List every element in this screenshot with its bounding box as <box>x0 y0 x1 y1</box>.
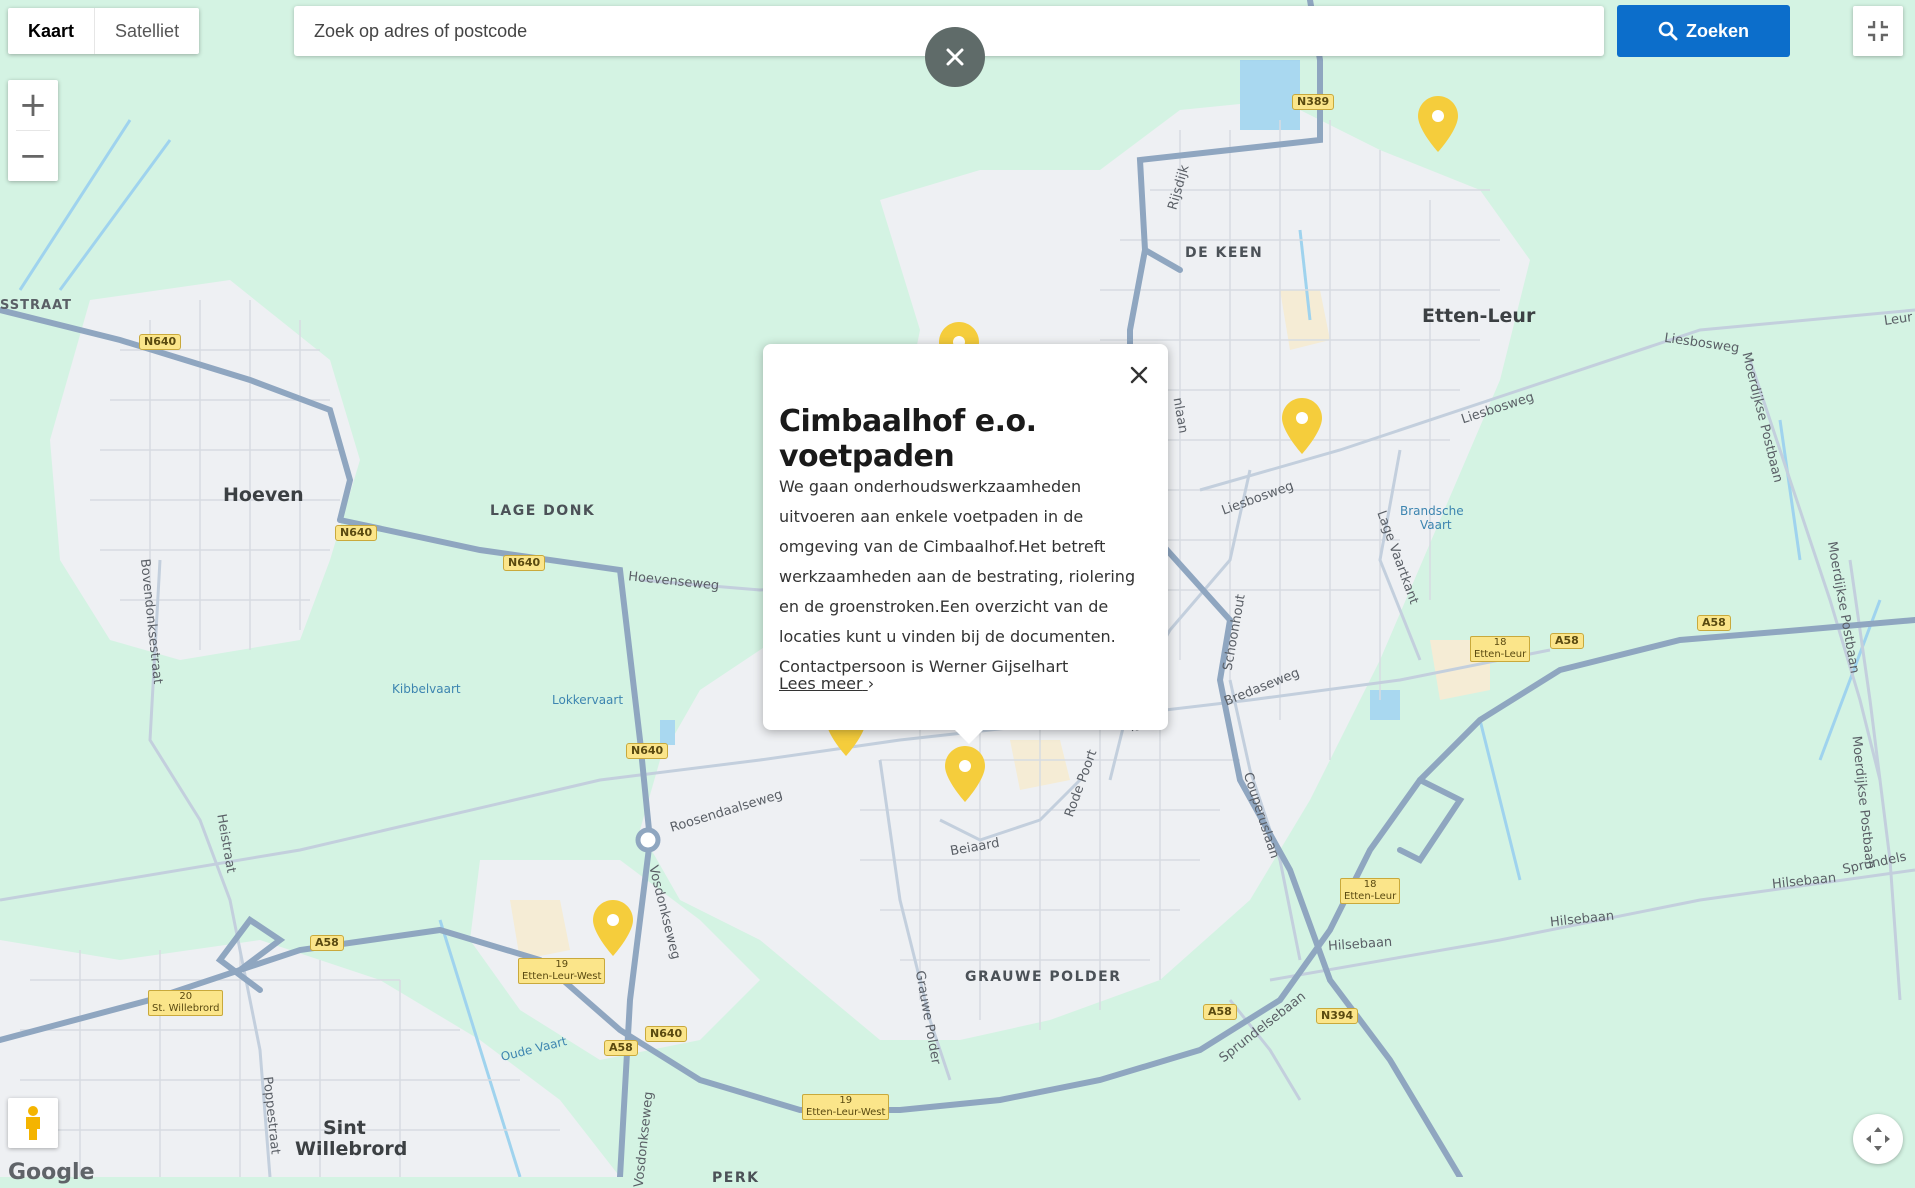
water-label: Kibbelvaart <box>392 682 461 696</box>
water-label: Lokkervaart <box>552 693 624 707</box>
place-label: Willebrord <box>295 1138 408 1160</box>
place-label: Sint <box>323 1117 366 1139</box>
fullscreen-button[interactable] <box>1853 6 1903 56</box>
road-shield: N640 <box>335 525 378 541</box>
exit-label: 18 Etten-Leur <box>1340 878 1401 904</box>
water-label: Brandsche <box>1400 504 1464 518</box>
popup-description: We gaan onderhoudswerkzaamheden uitvoere… <box>779 477 1136 676</box>
place-label: GRAUWE POLDER <box>965 969 1122 985</box>
exit-name: St. Willebrord <box>152 1003 220 1014</box>
exit-label: 18 Etten-Leur <box>1470 636 1531 662</box>
popup-close-button[interactable] <box>1124 360 1154 390</box>
location-marker[interactable] <box>1282 398 1322 454</box>
road-shield: N640 <box>139 334 182 350</box>
place-label: Hoeven <box>223 484 304 506</box>
recenter-icon <box>1866 1127 1890 1151</box>
recenter-button[interactable] <box>1853 1114 1903 1164</box>
google-logo: Google <box>8 1160 95 1185</box>
map-type-map-button[interactable]: Kaart <box>8 8 96 54</box>
road-shield: N394 <box>1316 1008 1359 1024</box>
road-shield: A58 <box>1550 633 1584 649</box>
exit-label: 19 Etten-Leur-West <box>518 958 606 984</box>
popup-title: Cimbaalhof e.o. voetpaden <box>779 404 1037 474</box>
road-shield: N640 <box>503 555 546 571</box>
road-shield: A58 <box>1697 615 1731 631</box>
read-more-label: Lees meer <box>779 674 863 693</box>
close-icon <box>1130 366 1148 384</box>
chevron-right-icon: › <box>867 674 875 693</box>
exit-number: 19 <box>555 959 569 970</box>
exit-name: Etten-Leur <box>1344 891 1397 902</box>
road-shield: A58 <box>1203 1004 1237 1020</box>
search-button[interactable]: Zoeken <box>1617 5 1790 57</box>
search-button-label: Zoeken <box>1685 20 1750 41</box>
zoom-control: + − <box>8 80 58 181</box>
exit-number: 20 <box>179 991 193 1002</box>
zoom-out-button[interactable]: − <box>8 131 58 181</box>
place-label: Etten-Leur <box>1422 305 1536 327</box>
info-popup: Cimbaalhof e.o. voetpaden We gaan onderh… <box>763 344 1168 744</box>
exit-label: 19 Etten-Leur-West <box>802 1094 890 1120</box>
road-shield: N640 <box>645 1026 688 1042</box>
close-icon <box>946 48 964 66</box>
read-more-link[interactable]: Lees meer › <box>779 674 874 693</box>
exit-name: Etten-Leur-West <box>806 1107 886 1118</box>
exit-number: 18 <box>1363 879 1377 890</box>
map-type-satellite-button[interactable]: Satelliet <box>95 8 199 54</box>
place-label: DE KEEN <box>1185 245 1264 261</box>
exit-name: Etten-Leur-West <box>522 971 602 982</box>
exit-number: 19 <box>839 1095 853 1106</box>
exit-fullscreen-icon <box>1868 21 1888 41</box>
place-label: PERK <box>712 1170 760 1186</box>
clear-search-button[interactable] <box>925 27 985 87</box>
place-label: LAGE DONK <box>490 503 596 519</box>
water-label: Vaart <box>1420 518 1452 532</box>
exit-label: 20 St. Willebrord <box>148 990 224 1016</box>
location-marker-active[interactable] <box>945 746 985 802</box>
search-icon <box>1658 21 1678 41</box>
location-marker[interactable] <box>1418 96 1458 152</box>
street-label: SSTRAAT <box>0 298 72 313</box>
exit-name: Etten-Leur <box>1474 649 1527 660</box>
road-shield: N640 <box>626 743 669 759</box>
street-view-button[interactable] <box>8 1098 58 1148</box>
road-shield: A58 <box>604 1040 638 1056</box>
location-marker[interactable] <box>593 900 633 956</box>
roundabout <box>635 827 661 853</box>
road-shield: N389 <box>1292 94 1335 110</box>
map-type-control: Kaart Satelliet <box>8 8 200 54</box>
road-shield: A58 <box>310 935 344 951</box>
zoom-in-button[interactable]: + <box>8 80 58 130</box>
pegman-icon <box>26 1106 40 1140</box>
exit-number: 18 <box>1493 637 1507 648</box>
